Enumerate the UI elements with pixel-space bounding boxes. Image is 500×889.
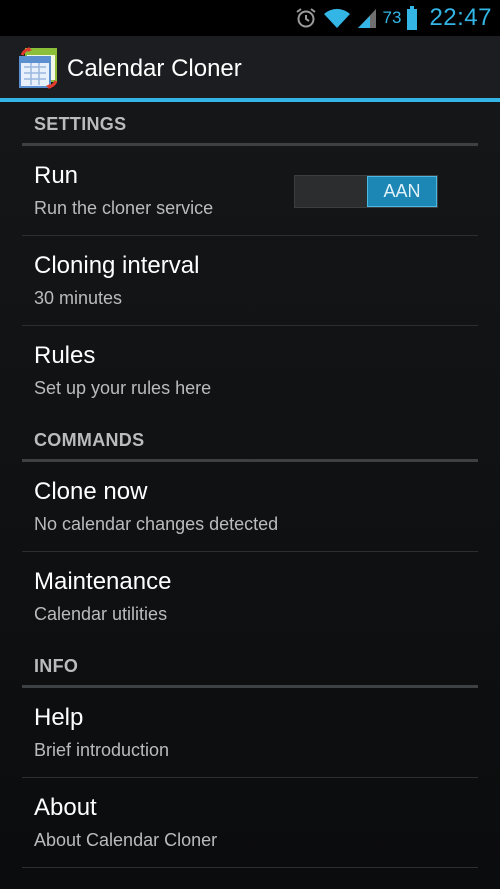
pref-title: Clone now — [34, 478, 148, 505]
signal-icon — [357, 9, 376, 28]
wifi-icon — [323, 8, 350, 28]
section-header-label: INFO — [34, 656, 79, 676]
pref-title: Maintenance — [34, 568, 172, 595]
toggle-thumb-label[interactable]: AAN — [367, 176, 437, 207]
pref-title: Help — [34, 704, 84, 731]
section-header-info: INFO — [22, 644, 478, 688]
app-title: Calendar Cloner — [67, 55, 242, 82]
pref-summary: 30 minutes — [34, 288, 123, 308]
status-icons: 73 22:47 — [295, 0, 492, 36]
pref-title: About — [34, 794, 97, 821]
pref-summary: Brief introduction — [34, 740, 170, 760]
pref-rules[interactable]: Rules Set up your rules here — [22, 326, 478, 416]
pref-summary: Set up your rules here — [34, 378, 212, 398]
pref-title: Cloning interval — [34, 252, 200, 279]
pref-help[interactable]: Help Brief introduction — [22, 688, 478, 778]
pref-maintenance[interactable]: Maintenance Calendar utilities — [22, 552, 478, 642]
pref-clone-now[interactable]: Clone now No calendar changes detected — [22, 462, 478, 552]
pref-summary: Run the cloner service — [34, 198, 214, 218]
pref-title: Run — [34, 162, 79, 189]
pref-cloning-interval[interactable]: Cloning interval 30 minutes — [22, 236, 478, 326]
status-bar: 73 22:47 — [0, 0, 500, 36]
alarm-icon — [295, 8, 316, 28]
calendar-cloner-app-icon[interactable] — [18, 47, 60, 89]
pref-about[interactable]: About About Calendar Cloner — [22, 778, 478, 868]
battery-icon — [407, 6, 418, 30]
pref-summary: About Calendar Cloner — [34, 830, 218, 850]
clock: 22:47 — [429, 4, 492, 31]
section-header-commands: COMMANDS — [22, 418, 478, 462]
run-toggle-switch[interactable]: AAN — [294, 175, 438, 208]
pref-run[interactable]: Run Run the cloner service AAN — [22, 146, 478, 236]
preferences-list[interactable]: SETTINGS Run Run the cloner service AAN … — [0, 102, 500, 889]
battery-percent: 73 — [382, 8, 402, 27]
section-header-settings: SETTINGS — [22, 102, 478, 146]
pref-summary: Calendar utilities — [34, 604, 168, 624]
section-header-label: SETTINGS — [34, 114, 127, 134]
section-header-label: COMMANDS — [34, 430, 145, 450]
pref-title: Rules — [34, 342, 96, 369]
pref-summary: No calendar changes detected — [34, 514, 279, 534]
